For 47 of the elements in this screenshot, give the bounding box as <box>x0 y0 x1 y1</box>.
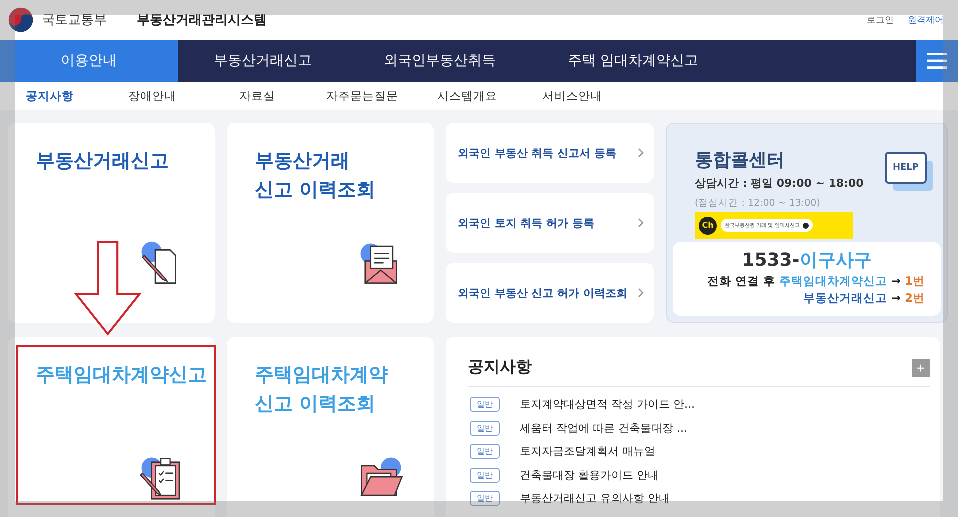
tile-title: 부동산거래 신고 이력조회 <box>255 149 377 203</box>
notice-link[interactable]: 토지계약대상면적 작성 가이드 안... <box>520 397 695 412</box>
menu-button[interactable] <box>916 40 958 82</box>
header-link[interactable]: 원격제어 <box>908 14 944 26</box>
subnav-link[interactable]: 자주묻는질문 <box>310 88 415 104</box>
nav-tab[interactable]: 부동산거래신고 <box>178 40 348 82</box>
phone-menu-text: 전화 연결 후 주택임대차계약신고 → 1번 <box>706 274 926 289</box>
plus-icon <box>802 222 809 228</box>
phone-number: 1533-이구사구 <box>741 249 873 272</box>
subnav-link[interactable]: 장애안내 <box>100 88 205 104</box>
notice-link[interactable]: 건축물대장 활용가이드 안내 <box>520 468 659 483</box>
notice-link[interactable]: 세움터 작업에 따른 건축물대장 ... <box>520 420 688 436</box>
system-title: 부동산거래관리시스템 <box>137 12 267 29</box>
menu-icon <box>927 53 947 69</box>
hours-text: 상담시간 : 평일 09:00 ~ 18:00 <box>695 176 864 191</box>
category-tag: 일반 <box>470 444 500 460</box>
ministry-name: 국토교통부 <box>42 12 107 29</box>
foreign-service-link[interactable]: 외국인 부동산 신고 허가 이력조회 <box>446 263 654 323</box>
nav-tab[interactable]: 이용안내 <box>0 40 178 82</box>
nav-tab[interactable]: 외국인부동산취득 <box>348 40 532 82</box>
notice-title: 공지사항 <box>468 357 532 378</box>
chevron-right-icon <box>638 218 644 228</box>
lunch-hours-text: (점심시간 : 12:00 ~ 13:00) <box>695 197 822 210</box>
subnav-link[interactable]: 서비스안내 <box>520 88 625 104</box>
notice-link[interactable]: 부동산거래신고 유의사항 안내 <box>520 491 670 506</box>
service-tile[interactable]: 부동산거래신고 <box>8 123 215 323</box>
call-center-title: 통합콜센터 <box>695 149 786 172</box>
tile-title: 주택임대차계약 신고 이력조회 <box>255 363 389 417</box>
tile-title: 주택임대차계약신고 <box>36 363 208 388</box>
nav-tab[interactable]: 주택 임대차계약신고 <box>532 40 734 82</box>
phone-menu-text: 부동산거래신고 → 2번 <box>802 291 926 306</box>
emblem-logo-icon <box>8 7 34 33</box>
tile-title: 부동산거래신고 <box>36 149 170 174</box>
header-link[interactable]: 로그인 <box>867 14 894 26</box>
foreign-service-link[interactable]: 외국인 부동산 취득 신고서 등록 <box>446 123 654 183</box>
service-tile[interactable]: 부동산거래 신고 이력조회 <box>227 123 434 323</box>
category-tag: 일반 <box>470 420 500 436</box>
foreign-service-link[interactable]: 외국인 토지 취득 허가 등록 <box>446 193 654 253</box>
chevron-right-icon <box>638 148 644 158</box>
category-tag: 일반 <box>470 397 500 412</box>
subnav-link[interactable]: 시스템개요 <box>415 88 520 104</box>
category-tag: 일반 <box>470 491 500 506</box>
category-tag: 일반 <box>470 468 500 483</box>
chevron-right-icon <box>638 288 644 298</box>
subnav-link[interactable]: 자료실 <box>205 88 310 104</box>
notice-link[interactable]: 토지자금조달계획서 매뉴얼 <box>520 444 656 460</box>
subnav-link[interactable]: 공지사항 <box>0 88 100 104</box>
